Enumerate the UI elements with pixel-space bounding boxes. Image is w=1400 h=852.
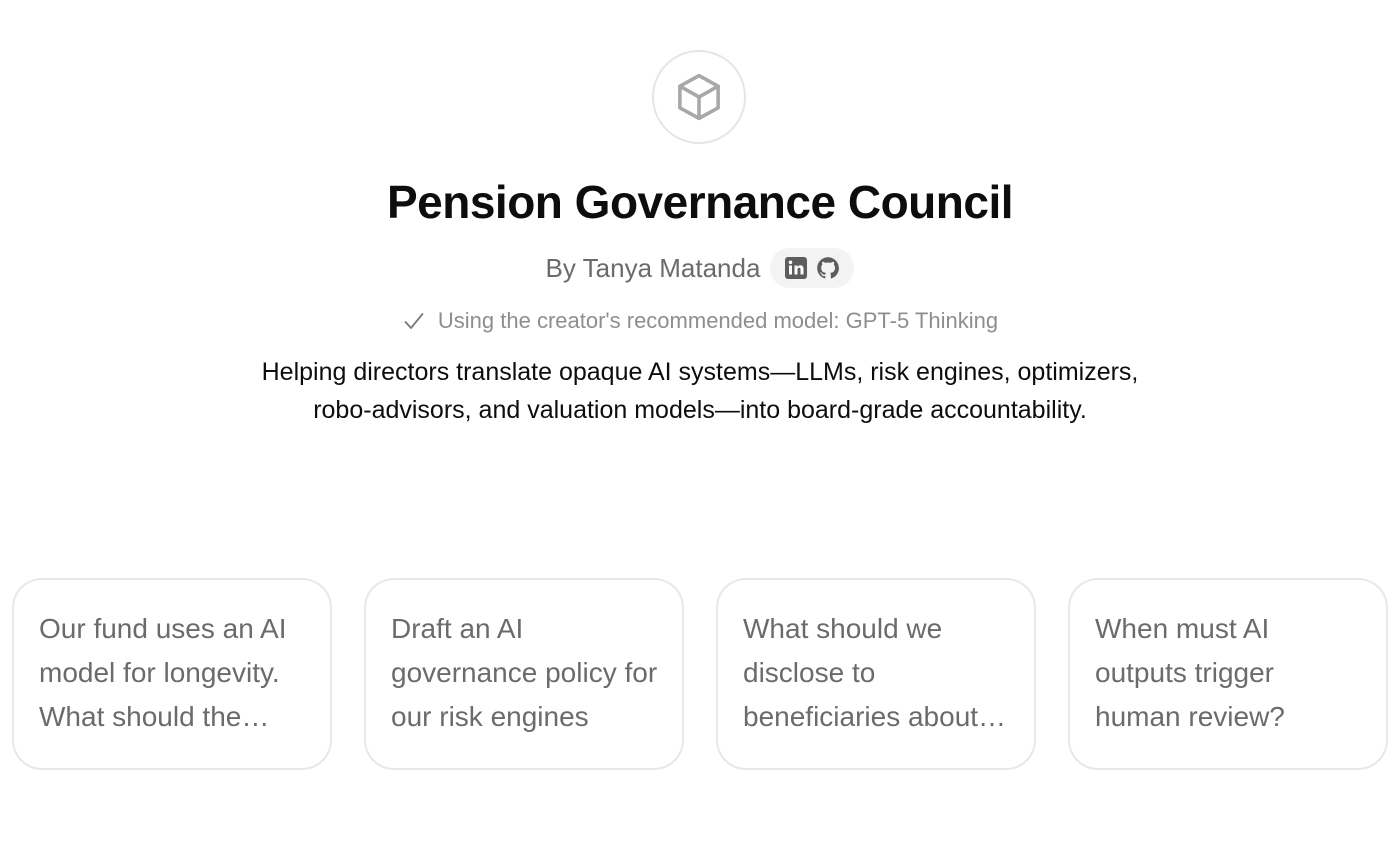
- starter-text: When must AI outputs trigger human revie…: [1095, 613, 1285, 732]
- creator-byline: By Tanya Matanda: [0, 248, 1400, 288]
- creator-social-links: [770, 248, 855, 288]
- conversation-starters: Our fund uses an AI model for longevity.…: [12, 578, 1388, 770]
- cube-icon: [678, 73, 720, 121]
- starter-text: Our fund uses an AI model for longevity.…: [39, 613, 287, 732]
- model-recommendation-notice: Using the creator's recommended model: G…: [0, 305, 1400, 337]
- linkedin-icon[interactable]: [784, 256, 808, 280]
- github-icon[interactable]: [816, 256, 840, 280]
- conversation-starter-card[interactable]: Draft an AI governance policy for our ri…: [364, 578, 684, 770]
- starter-text: What should we disclose to beneficiaries…: [743, 613, 979, 732]
- starter-text: Draft an AI governance policy for our ri…: [391, 613, 658, 732]
- gpt-title: Pension Governance Council: [386, 176, 1014, 228]
- conversation-starter-card[interactable]: Our fund uses an AI model for longevity.…: [12, 578, 332, 770]
- gpt-avatar: [652, 50, 746, 144]
- model-notice-text: Using the creator's recommended model: G…: [437, 308, 999, 333]
- gpt-landing-page: Pension Governance Council By Tanya Mata…: [0, 0, 1400, 852]
- conversation-starter-card[interactable]: What should we disclose to beneficiaries…: [716, 578, 1036, 770]
- gpt-description: Helping directors translate opaque AI sy…: [261, 358, 1139, 424]
- conversation-starter-card[interactable]: When must AI outputs trigger human revie…: [1068, 578, 1388, 770]
- creator-name: By Tanya Matanda: [545, 253, 761, 283]
- checkmark-icon: [404, 313, 424, 329]
